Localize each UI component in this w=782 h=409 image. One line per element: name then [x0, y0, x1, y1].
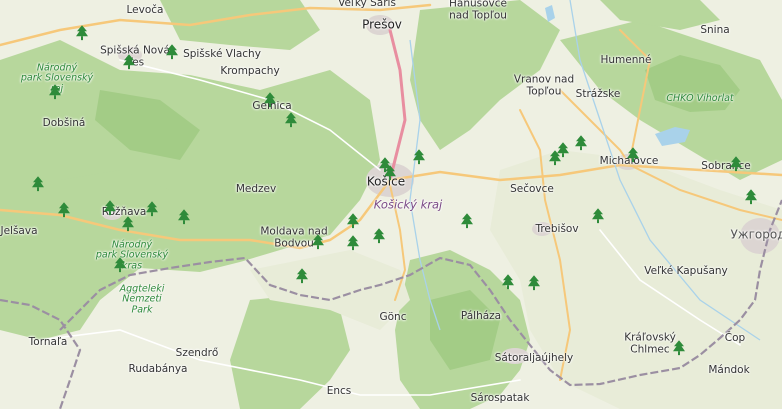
label-jelsava: Jelšava [0, 225, 38, 238]
tree-marker-icon[interactable] [114, 257, 126, 273]
tree-marker-icon[interactable] [264, 92, 276, 108]
label-mandok: Mándok [708, 364, 750, 377]
label-szendro: Szendrő [175, 347, 219, 360]
label-hanusovce: Hanušovce nad Topľou [449, 0, 507, 21]
label-sobrance: Sobrance [701, 160, 751, 173]
label-trebisov: Trebišov [535, 223, 579, 236]
tree-marker-icon[interactable] [673, 340, 685, 356]
tree-marker-icon[interactable] [58, 202, 70, 218]
tree-marker-icon[interactable] [166, 44, 178, 60]
tree-marker-icon[interactable] [413, 149, 425, 165]
tree-marker-icon[interactable] [32, 176, 44, 192]
tree-marker-icon[interactable] [347, 235, 359, 251]
label-tornala: Tornaľa [28, 336, 68, 349]
label-np-slovensky-kras: Národný park Slovenský kras [95, 239, 169, 272]
tree-marker-icon[interactable] [76, 25, 88, 41]
tree-marker-icon[interactable] [528, 275, 540, 291]
tree-marker-icon[interactable] [384, 165, 396, 181]
tree-marker-icon[interactable] [296, 268, 308, 284]
label-chko-vihorlat: CHKO Vihorlat [666, 92, 734, 104]
tree-marker-icon[interactable] [104, 200, 116, 216]
tree-marker-icon[interactable] [373, 228, 385, 244]
map-view[interactable]: Levoča Veľký Šariš Prešov Hanušovce nad … [0, 0, 782, 409]
label-cop: Čop [724, 332, 746, 345]
label-snina: Snina [700, 24, 730, 37]
label-gonc: Gönc [379, 311, 407, 324]
tree-marker-icon[interactable] [123, 54, 135, 70]
tree-marker-icon[interactable] [285, 112, 297, 128]
tree-marker-icon[interactable] [312, 234, 324, 250]
label-presov: Prešov [362, 17, 402, 32]
label-humenne: Humenné [600, 54, 652, 67]
tree-marker-icon[interactable] [461, 213, 473, 229]
label-vranov: Vranov nad Topľou [513, 73, 575, 97]
label-velky-saris: Veľký Šariš [338, 0, 396, 10]
tree-marker-icon[interactable] [745, 189, 757, 205]
tree-marker-icon[interactable] [122, 216, 134, 232]
label-dobsina: Dobšiná [42, 117, 86, 130]
tree-marker-icon[interactable] [730, 156, 742, 172]
tree-marker-icon[interactable] [49, 84, 61, 100]
tree-marker-icon[interactable] [178, 209, 190, 225]
tree-marker-icon[interactable] [146, 201, 158, 217]
label-palhaza: Pálháza [460, 310, 502, 323]
label-sarospatak: Sárospatak [470, 392, 530, 405]
label-velke-kapusany: Veľké Kapušany [644, 265, 728, 278]
tree-marker-icon[interactable] [557, 142, 569, 158]
label-uzhhorod: Ужгород [730, 227, 782, 242]
label-rudabanya: Rudabánya [128, 363, 188, 376]
label-spisske-vlachy: Spišské Vlachy [183, 48, 261, 61]
tree-marker-icon[interactable] [502, 274, 514, 290]
label-levoca: Levoča [126, 4, 164, 17]
label-medzev: Medzev [235, 183, 277, 196]
tree-marker-icon[interactable] [347, 213, 359, 229]
label-aggteleki: Aggteleki Nemzeti Park [119, 283, 165, 316]
label-kosicky-kraj: Košický kraj [373, 197, 443, 212]
label-spisska-nova-ves: Spišská Nová Ves [100, 44, 170, 68]
label-encs: Encs [326, 385, 352, 398]
label-satoraljaujhely: Sátoraljaújhely [494, 352, 574, 365]
tree-marker-icon[interactable] [592, 208, 604, 224]
label-kralovsky-chlmec: Kráľovský Chlmec [624, 331, 676, 355]
label-strazske: Strážske [575, 88, 621, 101]
label-krompachy: Krompachy [220, 65, 280, 78]
label-secovce: Sečovce [510, 183, 554, 196]
tree-marker-icon[interactable] [627, 147, 639, 163]
tree-marker-icon[interactable] [575, 135, 587, 151]
